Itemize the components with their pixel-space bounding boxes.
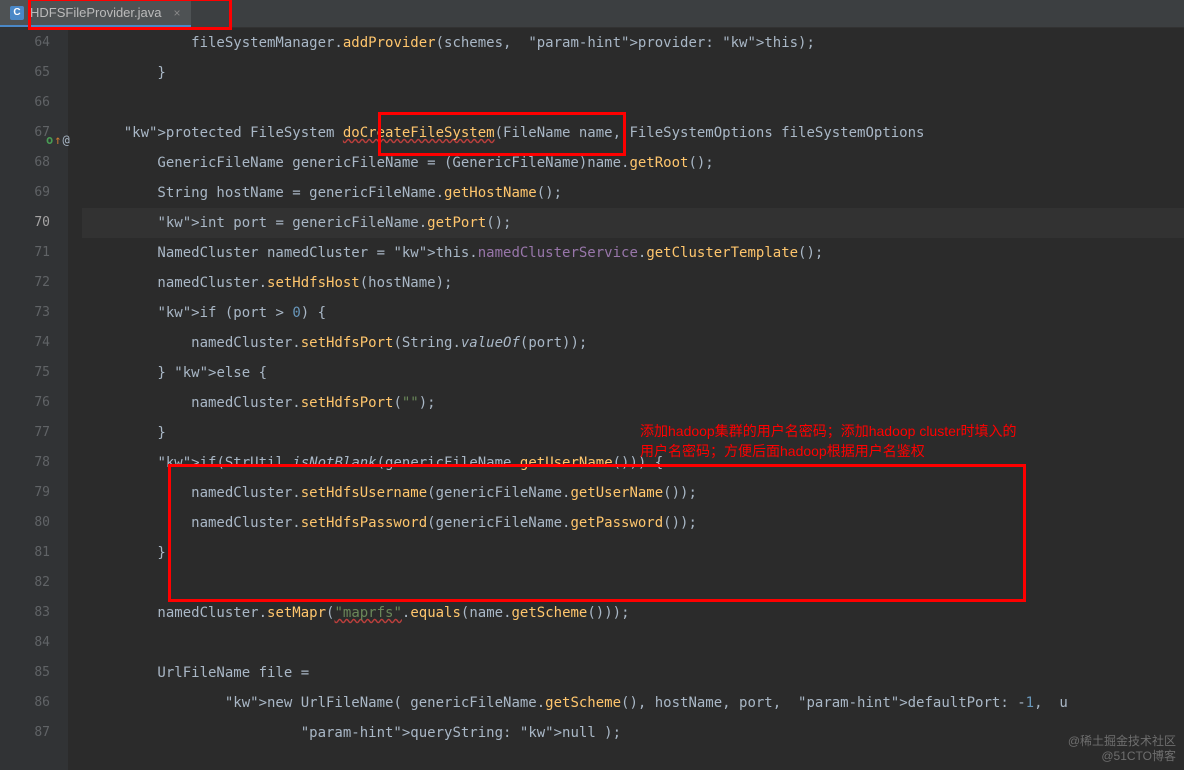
line-number: 81: [0, 538, 50, 568]
code-line[interactable]: }: [82, 418, 1184, 448]
code-line[interactable]: namedCluster.setHdfsUsername(genericFile…: [82, 478, 1184, 508]
code-line[interactable]: "kw">if(StrUtil.isNotBlank(genericFileNa…: [82, 448, 1184, 478]
line-number: 72: [0, 268, 50, 298]
line-number: 86: [0, 688, 50, 718]
code-editor[interactable]: 64656667o↑ @6869707172737475767778798081…: [0, 28, 1184, 770]
line-number: 75: [0, 358, 50, 388]
code-line[interactable]: namedCluster.setHdfsPort(String.valueOf(…: [82, 328, 1184, 358]
code-line[interactable]: [82, 88, 1184, 118]
line-number: 79: [0, 478, 50, 508]
code-line[interactable]: namedCluster.setHdfsPort("");: [82, 388, 1184, 418]
line-number: 66: [0, 88, 50, 118]
code-pane[interactable]: fileSystemManager.addProvider(schemes, "…: [68, 28, 1184, 770]
code-line[interactable]: String hostName = genericFileName.getHos…: [82, 178, 1184, 208]
code-line[interactable]: namedCluster.setHdfsPassword(genericFile…: [82, 508, 1184, 538]
code-line[interactable]: UrlFileName file =: [82, 658, 1184, 688]
code-line[interactable]: [82, 628, 1184, 658]
line-number: 80: [0, 508, 50, 538]
line-number: 70: [0, 208, 50, 238]
line-number: 78: [0, 448, 50, 478]
code-line[interactable]: "kw">protected FileSystem doCreateFileSy…: [82, 118, 1184, 148]
line-number: 87: [0, 718, 50, 748]
code-line[interactable]: GenericFileName genericFileName = (Gener…: [82, 148, 1184, 178]
line-number: 68: [0, 148, 50, 178]
line-number: 67o↑ @: [0, 118, 50, 148]
editor-tab-bar: C HDFSFileProvider.java ×: [0, 0, 1184, 28]
code-line[interactable]: "param-hint">queryString: "kw">null );: [82, 718, 1184, 748]
line-number: 64: [0, 28, 50, 58]
code-line[interactable]: "kw">int port = genericFileName.getPort(…: [82, 208, 1184, 238]
line-number: 76: [0, 388, 50, 418]
code-line[interactable]: fileSystemManager.addProvider(schemes, "…: [82, 28, 1184, 58]
code-line[interactable]: }: [82, 538, 1184, 568]
line-number: 77: [0, 418, 50, 448]
code-line[interactable]: [82, 568, 1184, 598]
code-line[interactable]: } "kw">else {: [82, 358, 1184, 388]
code-line[interactable]: namedCluster.setMapr("maprfs".equals(nam…: [82, 598, 1184, 628]
line-number: 82: [0, 568, 50, 598]
line-number: 71: [0, 238, 50, 268]
watermark-text: @稀土掘金技术社区 @51CTO博客: [1068, 734, 1176, 764]
java-class-icon: C: [10, 6, 24, 20]
line-number: 85: [0, 658, 50, 688]
code-line[interactable]: NamedCluster namedCluster = "kw">this.na…: [82, 238, 1184, 268]
code-line[interactable]: "kw">new UrlFileName( genericFileName.ge…: [82, 688, 1184, 718]
line-number: 74: [0, 328, 50, 358]
tab-filename-label: HDFSFileProvider.java: [30, 5, 162, 20]
line-number: 84: [0, 628, 50, 658]
code-line[interactable]: namedCluster.setHdfsHost(hostName);: [82, 268, 1184, 298]
line-number: 83: [0, 598, 50, 628]
line-number: 65: [0, 58, 50, 88]
line-number-gutter: 64656667o↑ @6869707172737475767778798081…: [0, 28, 68, 770]
code-line[interactable]: }: [82, 58, 1184, 88]
code-line[interactable]: "kw">if (port > 0) {: [82, 298, 1184, 328]
file-tab-hdfsfileprovider[interactable]: C HDFSFileProvider.java ×: [0, 0, 191, 27]
line-number: 69: [0, 178, 50, 208]
line-number: 73: [0, 298, 50, 328]
close-icon[interactable]: ×: [174, 6, 181, 20]
